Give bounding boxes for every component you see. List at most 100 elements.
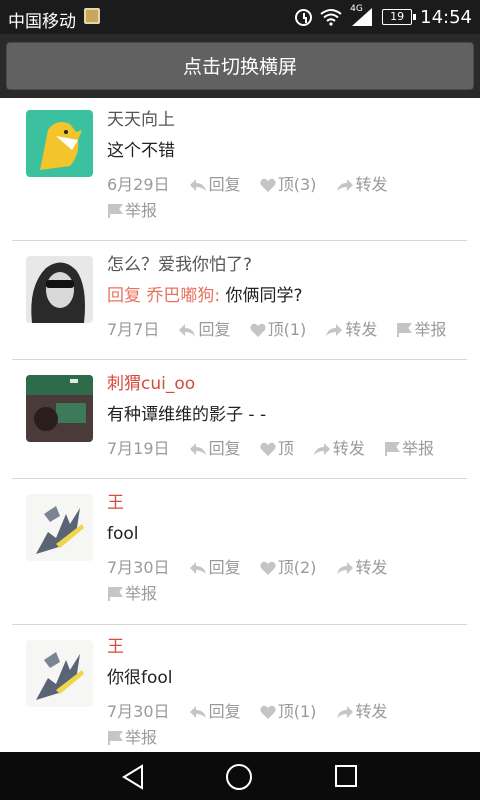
comment-body: 王 你很fool 7月30日 回复 顶(1) 转发 举报 [107,635,467,751]
battery-level: 19 [382,9,417,25]
share-label: 转发 [355,175,388,194]
comment-author[interactable]: 天天向上 [107,108,467,132]
heart-icon [260,442,276,456]
reply-target[interactable]: 回复 乔巴嘟狗: [107,286,220,306]
report-label: 举报 [125,584,158,603]
comment-date: 7月7日 [107,320,160,339]
comment-content: 你俩同学? [225,286,303,306]
comment-actions: 7月30日 回复 顶(2) 转发 举报 [107,555,467,607]
report-label: 举报 [125,728,158,747]
reply-arrow-icon [189,706,206,718]
comment-text: 这个不错 [107,138,467,164]
comment-item: 王 fool 7月30日 回复 顶(2) 转发 举报 [12,479,467,625]
status-icons: 4G 19 14:54 [287,4,472,28]
comment-date: 6月29日 [107,175,170,194]
avatar[interactable] [26,110,93,177]
comment-author[interactable]: 刺猬cui_oo [107,372,467,396]
reply-button[interactable]: 回复 [189,436,241,462]
avatar[interactable] [26,375,93,442]
like-button[interactable]: 顶(1) [249,317,307,343]
heart-icon [260,561,276,575]
share-label: 转发 [345,320,378,339]
comment-actions: 7月30日 回复 顶(1) 转发 举报 [107,699,467,751]
share-button[interactable]: 转发 [336,172,388,198]
navigation-bar [0,752,480,800]
comment-item: 刺猬cui_oo 有种谭维维的影子 - - 7月19日 回复 顶 转发 举报 [12,360,467,479]
report-button[interactable]: 举报 [384,436,434,462]
network-type: 4G [350,4,363,14]
like-label: 顶(3) [277,175,317,194]
signal-icon: 4G [350,4,374,26]
flag-icon [108,204,123,218]
back-icon[interactable] [120,764,146,790]
toggle-landscape-button[interactable]: 点击切换横屏 [6,42,474,90]
report-label: 举报 [401,439,434,458]
share-arrow-icon [336,179,353,191]
comment-item: 天天向上 这个不错 6月29日 回复 顶(3) 转发 举报 [12,98,467,241]
avatar[interactable] [26,256,93,323]
heart-icon [260,178,276,192]
like-button[interactable]: 顶(3) [260,172,317,198]
reply-button[interactable]: 回复 [189,699,241,725]
reply-button[interactable]: 回复 [189,172,241,198]
avatar[interactable] [26,494,93,561]
reply-label: 回复 [198,320,231,339]
comment-text: 有种谭维维的影子 - - [107,402,467,428]
report-button[interactable]: 举报 [107,725,453,751]
heart-icon [249,323,266,337]
share-button[interactable]: 转发 [336,555,388,581]
recents-icon[interactable] [335,765,357,787]
report-label: 举报 [414,320,447,339]
reply-label: 回复 [208,175,241,194]
like-label: 顶(2) [277,558,317,577]
comment-date: 7月19日 [107,439,170,458]
comment-body: 天天向上 这个不错 6月29日 回复 顶(3) 转发 举报 [107,108,467,224]
comment-content: 你很fool [107,668,173,688]
reply-arrow-icon [179,324,196,336]
share-label: 转发 [355,702,388,721]
like-button[interactable]: 顶(2) [260,555,317,581]
reply-label: 回复 [208,439,241,458]
comment-item: 怎么？爱我你怕了? 回复 乔巴嘟狗: 你俩同学? 7月7日 回复 顶(1) 转发… [12,241,467,360]
comment-content: 有种谭维维的影子 - - [107,405,267,425]
comment-body: 刺猬cui_oo 有种谭维维的影子 - - 7月19日 回复 顶 转发 举报 [107,372,467,462]
reply-button[interactable]: 回复 [178,317,230,343]
share-button[interactable]: 转发 [313,436,365,462]
comment-author[interactable]: 王 [107,491,467,515]
comment-author[interactable]: 怎么？爱我你怕了? [107,253,467,277]
like-button[interactable]: 顶(1) [260,699,316,725]
comment-text: fool [107,521,467,547]
like-label: 顶(1) [267,320,307,339]
share-button[interactable]: 转发 [325,317,377,343]
share-button[interactable]: 转发 [336,699,388,725]
heart-icon [260,705,276,719]
home-icon[interactable] [226,764,252,790]
comment-author[interactable]: 王 [107,635,467,659]
report-button[interactable]: 举报 [396,317,446,343]
notification-app-icon [84,8,100,24]
report-button[interactable]: 举报 [107,198,453,224]
comment-text: 你很fool [107,665,467,691]
comment-actions: 7月19日 回复 顶 转发 举报 [107,436,467,462]
share-arrow-icon [326,324,343,336]
reply-label: 回复 [208,558,241,577]
comment-body: 怎么？爱我你怕了? 回复 乔巴嘟狗: 你俩同学? 7月7日 回复 顶(1) 转发… [107,253,467,343]
flag-icon [384,442,400,456]
comment-list[interactable]: 天天向上 这个不错 6月29日 回复 顶(3) 转发 举报 怎么？爱我你怕了? … [0,98,480,752]
flag-icon [108,731,123,745]
comment-content: 这个不错 [107,141,175,161]
carrier-name: 中国移动 [8,12,76,32]
reply-button[interactable]: 回复 [189,555,241,581]
comment-body: 王 fool 7月30日 回复 顶(2) 转发 举报 [107,491,467,607]
like-label: 顶 [277,439,294,458]
reply-label: 回复 [208,702,241,721]
share-label: 转发 [355,558,388,577]
report-button[interactable]: 举报 [107,581,453,607]
comment-date: 7月30日 [107,558,170,577]
avatar[interactable] [26,640,93,707]
reply-arrow-icon [189,443,206,455]
like-button[interactable]: 顶 [260,436,294,462]
share-arrow-icon [313,443,330,455]
alarm-clock-icon [295,8,313,26]
header: 点击切换横屏 [0,34,480,98]
